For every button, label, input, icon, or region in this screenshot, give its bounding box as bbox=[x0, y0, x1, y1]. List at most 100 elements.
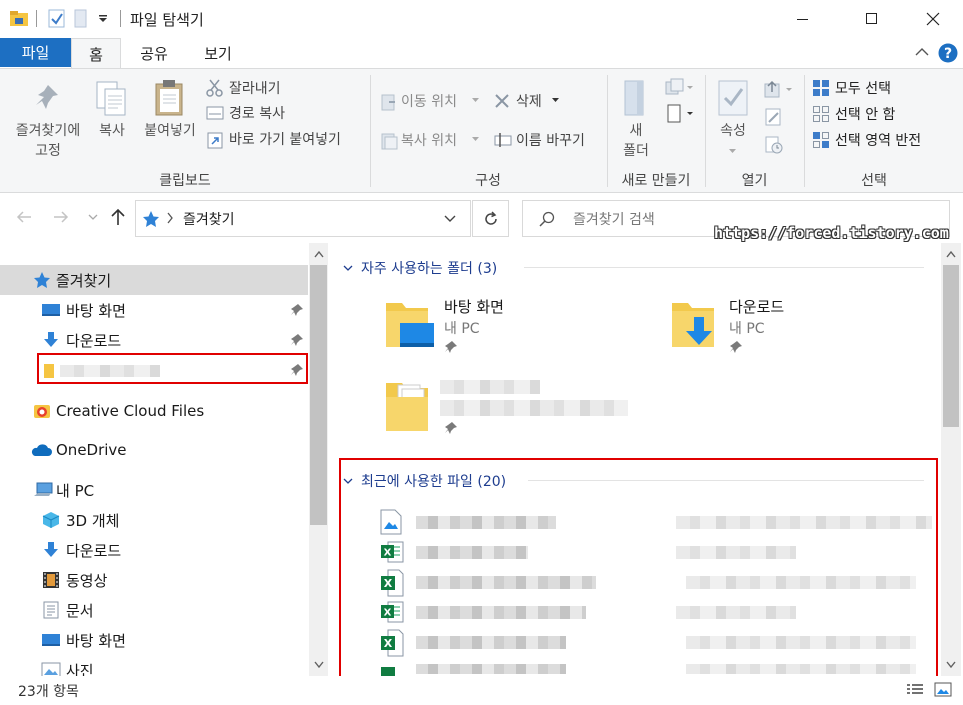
nav-item-3d-objects[interactable]: 3D 개체 bbox=[0, 505, 308, 535]
breadcrumb-path[interactable]: 즐겨찾기 bbox=[183, 209, 235, 229]
tab-share[interactable]: 공유 bbox=[126, 38, 182, 68]
new-folder-button[interactable]: 새 폴더 bbox=[614, 77, 658, 167]
desktop-icon bbox=[41, 633, 61, 648]
scroll-up-icon[interactable] bbox=[946, 251, 956, 258]
up-arrow-icon[interactable] bbox=[110, 208, 126, 226]
qa-dropdown-icon[interactable] bbox=[98, 14, 108, 24]
cube-3d-icon bbox=[42, 511, 60, 529]
nav-item-desktop[interactable]: 바탕 화면 bbox=[0, 295, 308, 325]
scroll-up-icon[interactable] bbox=[314, 251, 324, 258]
scroll-down-icon[interactable] bbox=[946, 661, 956, 668]
nav-item-creative-cloud[interactable]: Creative Cloud Files bbox=[0, 396, 308, 426]
select-none-icon bbox=[812, 105, 830, 123]
back-arrow-icon[interactable] bbox=[16, 210, 32, 224]
close-button[interactable] bbox=[910, 0, 956, 38]
nav-item-documents[interactable]: 문서 bbox=[0, 595, 308, 625]
forward-arrow-icon[interactable] bbox=[53, 210, 69, 224]
pinned-icon bbox=[444, 421, 458, 435]
paste-label: 붙여넣기 bbox=[144, 123, 196, 139]
document-icon bbox=[43, 601, 59, 619]
ribbon-separator bbox=[607, 75, 608, 187]
new-folder-quick-icon[interactable] bbox=[74, 9, 88, 29]
nav-item-this-pc[interactable]: 내 PC bbox=[0, 475, 308, 505]
collapse-ribbon-icon[interactable] bbox=[915, 47, 929, 57]
nav-item-pc-downloads[interactable]: 다운로드 bbox=[0, 535, 308, 565]
select-all-label: 모두 선택 bbox=[835, 81, 891, 97]
folder-tile-redacted[interactable] bbox=[382, 373, 682, 437]
frequent-folders-header[interactable]: 자주 사용하는 폴더 (3) bbox=[343, 258, 497, 278]
pin-to-quick-access-button[interactable]: 즐겨찾기에 고정 bbox=[4, 77, 88, 167]
folder-tile-desktop[interactable]: 바탕 화면 내 PC bbox=[382, 293, 612, 357]
delete-x-icon bbox=[494, 93, 510, 109]
copy-to-icon bbox=[380, 132, 398, 150]
nav-item-onedrive[interactable]: OneDrive bbox=[0, 435, 308, 465]
invert-selection-button[interactable]: 선택 영역 반전 bbox=[812, 130, 952, 150]
cut-button[interactable]: 잘라내기 bbox=[206, 78, 306, 98]
nav-label: Creative Cloud Files bbox=[56, 402, 205, 420]
tab-file[interactable]: 파일 bbox=[0, 38, 71, 67]
ribbon-separator bbox=[804, 75, 805, 187]
organize-group-label: 구성 bbox=[475, 173, 501, 189]
nav-label: 다운로드 bbox=[66, 541, 122, 560]
address-bar[interactable]: 즐겨찾기 bbox=[135, 200, 471, 237]
move-to-dropdown-icon bbox=[472, 98, 479, 103]
easy-access-icon[interactable] bbox=[664, 104, 694, 124]
content-scrollbar[interactable] bbox=[941, 243, 961, 676]
paste-shortcut-button[interactable]: 바로 가기 붙여넣기 bbox=[206, 129, 366, 149]
details-view-icon[interactable] bbox=[906, 683, 924, 697]
large-icons-view-icon[interactable] bbox=[934, 682, 952, 698]
nav-item-quick-access[interactable]: 즐겨찾기 bbox=[0, 265, 308, 295]
rename-button[interactable]: 이름 바꾸기 bbox=[494, 130, 604, 150]
maximize-button[interactable] bbox=[849, 0, 895, 38]
minimize-button[interactable] bbox=[780, 0, 826, 38]
film-strip-icon bbox=[42, 571, 60, 589]
computer-icon bbox=[33, 482, 53, 498]
edit-icon[interactable] bbox=[764, 107, 784, 127]
rename-icon bbox=[494, 132, 512, 148]
quick-access-star-icon bbox=[33, 271, 51, 289]
explorer-folder-icon[interactable] bbox=[9, 9, 29, 27]
highlight-box-recent-files bbox=[339, 458, 938, 678]
move-to-button[interactable]: 이동 위치 bbox=[380, 91, 480, 111]
paste-button[interactable]: 붙여넣기 bbox=[138, 77, 202, 147]
new-item-icon[interactable] bbox=[664, 78, 694, 98]
copy-path-icon bbox=[206, 106, 224, 120]
select-none-button[interactable]: 선택 안 함 bbox=[812, 104, 932, 124]
redacted-folder-path bbox=[440, 400, 628, 416]
watermark-text: https://forced.tistory.com bbox=[714, 224, 949, 242]
history-icon[interactable] bbox=[764, 135, 784, 155]
tile-location: 내 PC bbox=[729, 321, 765, 337]
properties-button[interactable]: 속성 bbox=[710, 77, 756, 167]
nav-scroll-thumb[interactable] bbox=[310, 265, 327, 525]
select-none-label: 선택 안 함 bbox=[835, 107, 896, 123]
tab-view[interactable]: 보기 bbox=[190, 38, 246, 68]
select-all-button[interactable]: 모두 선택 bbox=[812, 78, 932, 98]
ribbon-tabs: 파일 홈 공유 보기 ? bbox=[0, 38, 963, 69]
nav-label: 바탕 화면 bbox=[66, 301, 126, 320]
copy-to-button[interactable]: 복사 위치 bbox=[380, 130, 480, 150]
copy-to-dropdown-icon bbox=[472, 137, 479, 142]
new-folder-label-2: 폴더 bbox=[623, 143, 649, 159]
copy-path-button[interactable]: 경로 복사 bbox=[206, 103, 306, 123]
copy-button[interactable]: 복사 bbox=[92, 77, 132, 147]
properties-check-icon[interactable] bbox=[48, 9, 66, 29]
help-icon[interactable]: ? bbox=[938, 43, 958, 63]
paste-shortcut-label: 바로 가기 붙여넣기 bbox=[229, 132, 341, 148]
download-arrow-icon bbox=[42, 541, 60, 559]
open-icon[interactable] bbox=[764, 80, 794, 100]
nav-item-videos[interactable]: 동영상 bbox=[0, 565, 308, 595]
content-scroll-thumb[interactable] bbox=[943, 265, 959, 427]
onedrive-cloud-icon bbox=[30, 443, 52, 457]
nav-scrollbar[interactable] bbox=[309, 243, 328, 676]
item-count: 23개 항목 bbox=[18, 684, 79, 700]
nav-label: 3D 개체 bbox=[66, 511, 120, 530]
folder-tile-downloads[interactable]: 다운로드 내 PC bbox=[668, 293, 898, 357]
recent-locations-chevron-icon[interactable] bbox=[88, 214, 98, 221]
scroll-down-icon[interactable] bbox=[314, 661, 324, 668]
address-dropdown-icon[interactable] bbox=[444, 215, 456, 223]
refresh-button[interactable] bbox=[472, 200, 509, 237]
tab-home[interactable]: 홈 bbox=[71, 38, 121, 69]
delete-button[interactable]: 삭제 bbox=[494, 91, 564, 111]
nav-item-downloads[interactable]: 다운로드 bbox=[0, 325, 308, 355]
nav-item-pc-desktop[interactable]: 바탕 화면 bbox=[0, 625, 308, 655]
